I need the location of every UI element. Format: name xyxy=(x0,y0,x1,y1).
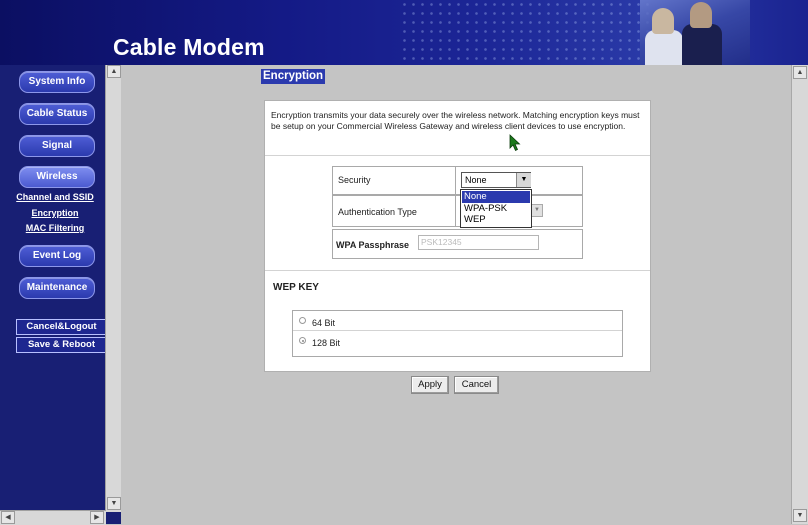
sidebar-item-system-info[interactable]: System Info xyxy=(19,71,95,93)
save-reboot-button[interactable]: Save & Reboot xyxy=(16,337,107,353)
sidebar-item-wireless[interactable]: Wireless xyxy=(19,166,95,188)
scroll-down-icon[interactable]: ▼ xyxy=(107,497,121,510)
sidebar-vertical-scrollbar[interactable]: ▲ ▼ xyxy=(105,65,122,512)
passphrase-label: WPA Passphrase xyxy=(336,240,410,250)
description-text: Encryption transmits your data securely … xyxy=(271,110,640,131)
divider xyxy=(293,330,622,331)
sidebar-sublink-channel-ssid[interactable]: Channel and SSID xyxy=(15,192,95,202)
auth-type-label: Authentication Type xyxy=(338,207,417,217)
security-label: Security xyxy=(338,175,371,185)
cancel-button[interactable]: Cancel xyxy=(454,376,499,394)
scroll-up-icon[interactable]: ▲ xyxy=(107,65,121,78)
wep-key-box xyxy=(292,310,623,357)
sidebar-item-cable-status[interactable]: Cable Status xyxy=(19,103,95,125)
auth-type-dropdown-arrow-icon[interactable]: ▼ xyxy=(531,204,543,217)
sidebar: System Info Cable Status Signal Wireless… xyxy=(0,65,121,524)
page-title: Encryption xyxy=(261,69,326,84)
wep-key-title: WEP KEY xyxy=(273,282,319,293)
cancel-logout-button[interactable]: Cancel&Logout xyxy=(16,319,107,335)
scroll-down-icon[interactable]: ▼ xyxy=(793,509,807,522)
passphrase-input[interactable]: PSK12345 xyxy=(418,235,539,250)
app-title: Cable Modem xyxy=(113,34,265,60)
sidebar-item-maintenance[interactable]: Maintenance xyxy=(19,277,95,299)
banner-person-head xyxy=(690,2,712,28)
sidebar-item-signal[interactable]: Signal xyxy=(19,135,95,157)
security-select-value: None xyxy=(465,175,487,185)
table-divider xyxy=(455,166,456,227)
banner-decoration xyxy=(400,0,650,65)
sidebar-sublink-mac-filtering[interactable]: MAC Filtering xyxy=(15,223,95,233)
scroll-right-icon[interactable]: ▶ xyxy=(90,511,104,524)
wep-128-radio[interactable] xyxy=(299,337,306,344)
banner-person-head xyxy=(652,8,674,34)
wep-64-radio[interactable] xyxy=(299,317,306,324)
scroll-up-icon[interactable]: ▲ xyxy=(793,66,807,79)
banner-person xyxy=(645,30,683,65)
scroll-left-icon[interactable]: ◀ xyxy=(1,511,15,524)
divider xyxy=(265,155,650,156)
banner-person xyxy=(682,24,722,65)
main-vertical-scrollbar[interactable]: ▲ ▼ xyxy=(791,65,808,524)
apply-button[interactable]: Apply xyxy=(411,376,449,394)
security-option-wep[interactable]: WEP xyxy=(462,215,530,226)
security-option-none[interactable]: None xyxy=(462,191,530,203)
wep-128-label: 128 Bit xyxy=(312,338,341,348)
security-dropdown-list[interactable]: None WPA-PSK WEP xyxy=(460,189,532,228)
sidebar-horizontal-scrollbar[interactable]: ◀ ▶ xyxy=(0,510,106,525)
mouse-cursor-icon xyxy=(509,134,521,152)
sidebar-item-event-log[interactable]: Event Log xyxy=(19,245,95,267)
sidebar-sublink-encryption[interactable]: Encryption xyxy=(15,208,95,218)
wep-64-label: 64 Bit xyxy=(312,318,336,328)
divider xyxy=(265,270,650,271)
chevron-down-icon[interactable]: ▼ xyxy=(516,173,531,187)
